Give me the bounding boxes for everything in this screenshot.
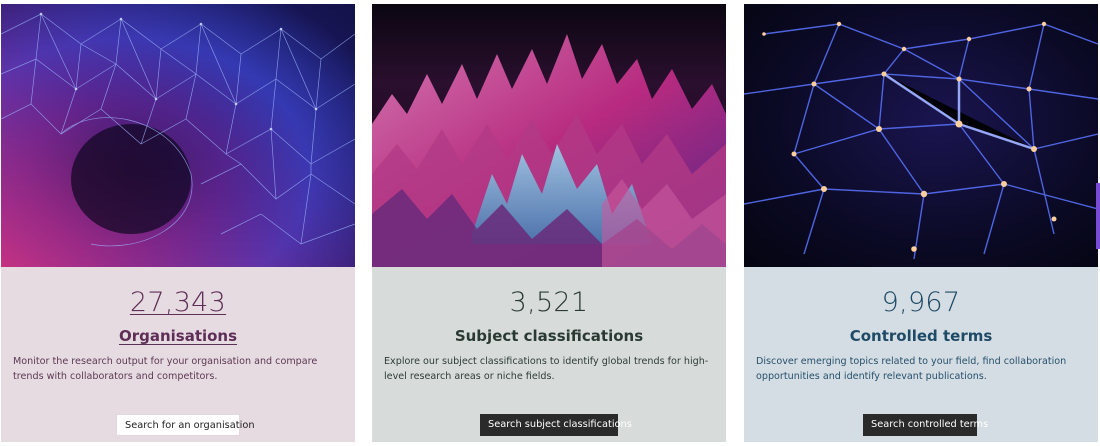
organisations-card-body: 27,343 Organisations Monitor the researc… bbox=[1, 267, 355, 442]
subject-classifications-card-image bbox=[372, 4, 726, 267]
organisations-card-image bbox=[1, 4, 355, 267]
subject-classifications-count: 3,521 bbox=[509, 287, 589, 318]
search-organisation-button[interactable]: Search for an organisation bbox=[116, 414, 255, 436]
abstract-peaks-image bbox=[372, 4, 726, 267]
subject-classifications-description: Explore our subject classifications to i… bbox=[384, 356, 709, 382]
search-subject-classifications-button[interactable]: Search subject classifications bbox=[480, 414, 632, 436]
subject-classifications-title: Subject classifications bbox=[454, 327, 644, 345]
controlled-terms-card: 9,967 Controlled terms Discover emerging… bbox=[744, 4, 1098, 442]
controlled-terms-card-body: 9,967 Controlled terms Discover emerging… bbox=[744, 267, 1098, 442]
glowing-network-image bbox=[744, 4, 1098, 267]
network-wave-image bbox=[1, 4, 355, 267]
side-accent-bar bbox=[1096, 183, 1100, 249]
subject-classifications-card-body: 3,521 Subject classifications Explore ou… bbox=[372, 267, 726, 442]
search-controlled-terms-button[interactable]: Search controlled terms bbox=[863, 414, 988, 436]
organisations-description: Monitor the research output for your org… bbox=[13, 356, 318, 382]
organisations-count[interactable]: 27,343 bbox=[1, 287, 355, 319]
controlled-terms-description: Discover emerging topics related to your… bbox=[756, 356, 1067, 382]
controlled-terms-card-image bbox=[744, 4, 1098, 267]
organisations-title[interactable]: Organisations bbox=[1, 326, 355, 346]
controlled-terms-title: Controlled terms bbox=[849, 327, 993, 345]
organisations-card: 27,343 Organisations Monitor the researc… bbox=[1, 4, 355, 442]
subject-classifications-card: 3,521 Subject classifications Explore ou… bbox=[372, 4, 726, 442]
controlled-terms-count: 9,967 bbox=[881, 287, 961, 318]
